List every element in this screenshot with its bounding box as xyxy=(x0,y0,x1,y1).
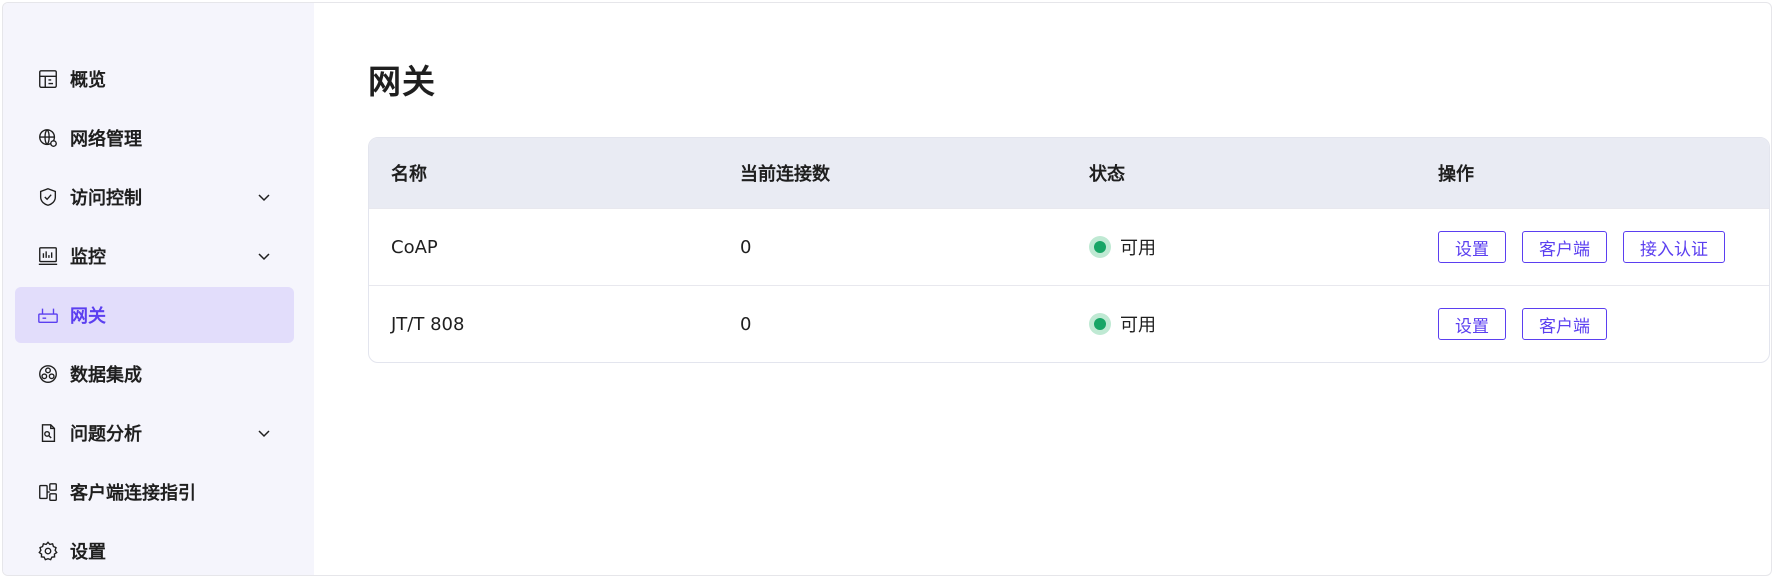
gateway-icon xyxy=(37,304,59,326)
sidebar-item-label: 网关 xyxy=(70,306,106,327)
table-row: CoAP 0 可用 设置 客户端 接入认证 xyxy=(369,208,1769,285)
column-header-status: 状态 xyxy=(1089,164,1125,185)
column-header-actions: 操作 xyxy=(1438,164,1474,185)
sidebar-item-label: 数据集成 xyxy=(70,365,142,386)
file-analysis-icon xyxy=(37,422,59,444)
sidebar-item-problem-analysis[interactable]: 问题分析 xyxy=(15,405,294,461)
page-title: 网关 xyxy=(368,62,436,101)
auth-button[interactable]: 接入认证 xyxy=(1623,231,1725,263)
sidebar: 概览 网络管理 访问控制 监控 网关 数据集成 问题分析 客户端连接指引 设置 xyxy=(3,3,314,575)
sidebar-item-settings[interactable]: 设置 xyxy=(15,523,294,575)
sidebar-item-data-integration[interactable]: 数据集成 xyxy=(15,346,294,402)
monitor-chart-icon xyxy=(37,245,59,267)
table-row: JT/T 808 0 可用 设置 客户端 xyxy=(369,285,1769,362)
sidebar-item-overview[interactable]: 概览 xyxy=(15,51,294,107)
clients-button[interactable]: 客户端 xyxy=(1522,231,1607,263)
settings-button[interactable]: 设置 xyxy=(1438,231,1506,263)
actions-cell: 设置 客户端 接入认证 xyxy=(1416,231,1769,263)
status-dot-icon xyxy=(1094,241,1106,253)
gateway-name: CoAP xyxy=(391,236,438,258)
column-header-connections: 当前连接数 xyxy=(740,164,830,185)
settings-button[interactable]: 设置 xyxy=(1438,308,1506,340)
status-text: 可用 xyxy=(1120,315,1156,336)
client-guide-icon xyxy=(37,481,59,503)
sidebar-item-label: 访问控制 xyxy=(70,188,142,209)
sidebar-item-label: 概览 xyxy=(70,70,106,91)
connection-count: 0 xyxy=(740,313,752,335)
data-integration-icon xyxy=(37,363,59,385)
gear-icon xyxy=(37,540,59,562)
status-dot-icon xyxy=(1094,318,1106,330)
chevron-down-icon[interactable] xyxy=(256,189,272,205)
chevron-down-icon[interactable] xyxy=(256,425,272,441)
gateway-name: JT/T 808 xyxy=(391,313,465,335)
sidebar-item-label: 客户端连接指引 xyxy=(70,483,196,504)
sidebar-item-label: 问题分析 xyxy=(70,424,142,445)
table-header: 名称 当前连接数 状态 操作 xyxy=(369,138,1769,208)
clients-button[interactable]: 客户端 xyxy=(1522,308,1607,340)
sidebar-item-gateway[interactable]: 网关 xyxy=(15,287,294,343)
app-window: 概览 网络管理 访问控制 监控 网关 数据集成 问题分析 客户端连接指引 设置 … xyxy=(2,2,1772,576)
sidebar-item-label: 监控 xyxy=(70,247,106,268)
sidebar-item-access-control[interactable]: 访问控制 xyxy=(15,169,294,225)
dashboard-icon xyxy=(37,68,59,90)
sidebar-item-network[interactable]: 网络管理 xyxy=(15,110,294,166)
network-icon xyxy=(37,127,59,149)
main-content: 网关 名称 当前连接数 状态 操作 CoAP 0 可用 设置 客户端 接入认证 xyxy=(314,3,1771,575)
status-cell: 可用 xyxy=(1067,234,1416,260)
gateway-table: 名称 当前连接数 状态 操作 CoAP 0 可用 设置 客户端 接入认证 JT/… xyxy=(368,137,1770,363)
sidebar-item-label: 网络管理 xyxy=(70,129,142,150)
column-header-name: 名称 xyxy=(391,164,427,185)
shield-icon xyxy=(37,186,59,208)
actions-cell: 设置 客户端 xyxy=(1416,308,1769,340)
chevron-down-icon[interactable] xyxy=(256,248,272,264)
status-text: 可用 xyxy=(1120,238,1156,259)
sidebar-item-monitoring[interactable]: 监控 xyxy=(15,228,294,284)
status-cell: 可用 xyxy=(1067,311,1416,337)
connection-count: 0 xyxy=(740,236,752,258)
sidebar-item-client-guide[interactable]: 客户端连接指引 xyxy=(15,464,294,520)
sidebar-item-label: 设置 xyxy=(70,542,106,563)
